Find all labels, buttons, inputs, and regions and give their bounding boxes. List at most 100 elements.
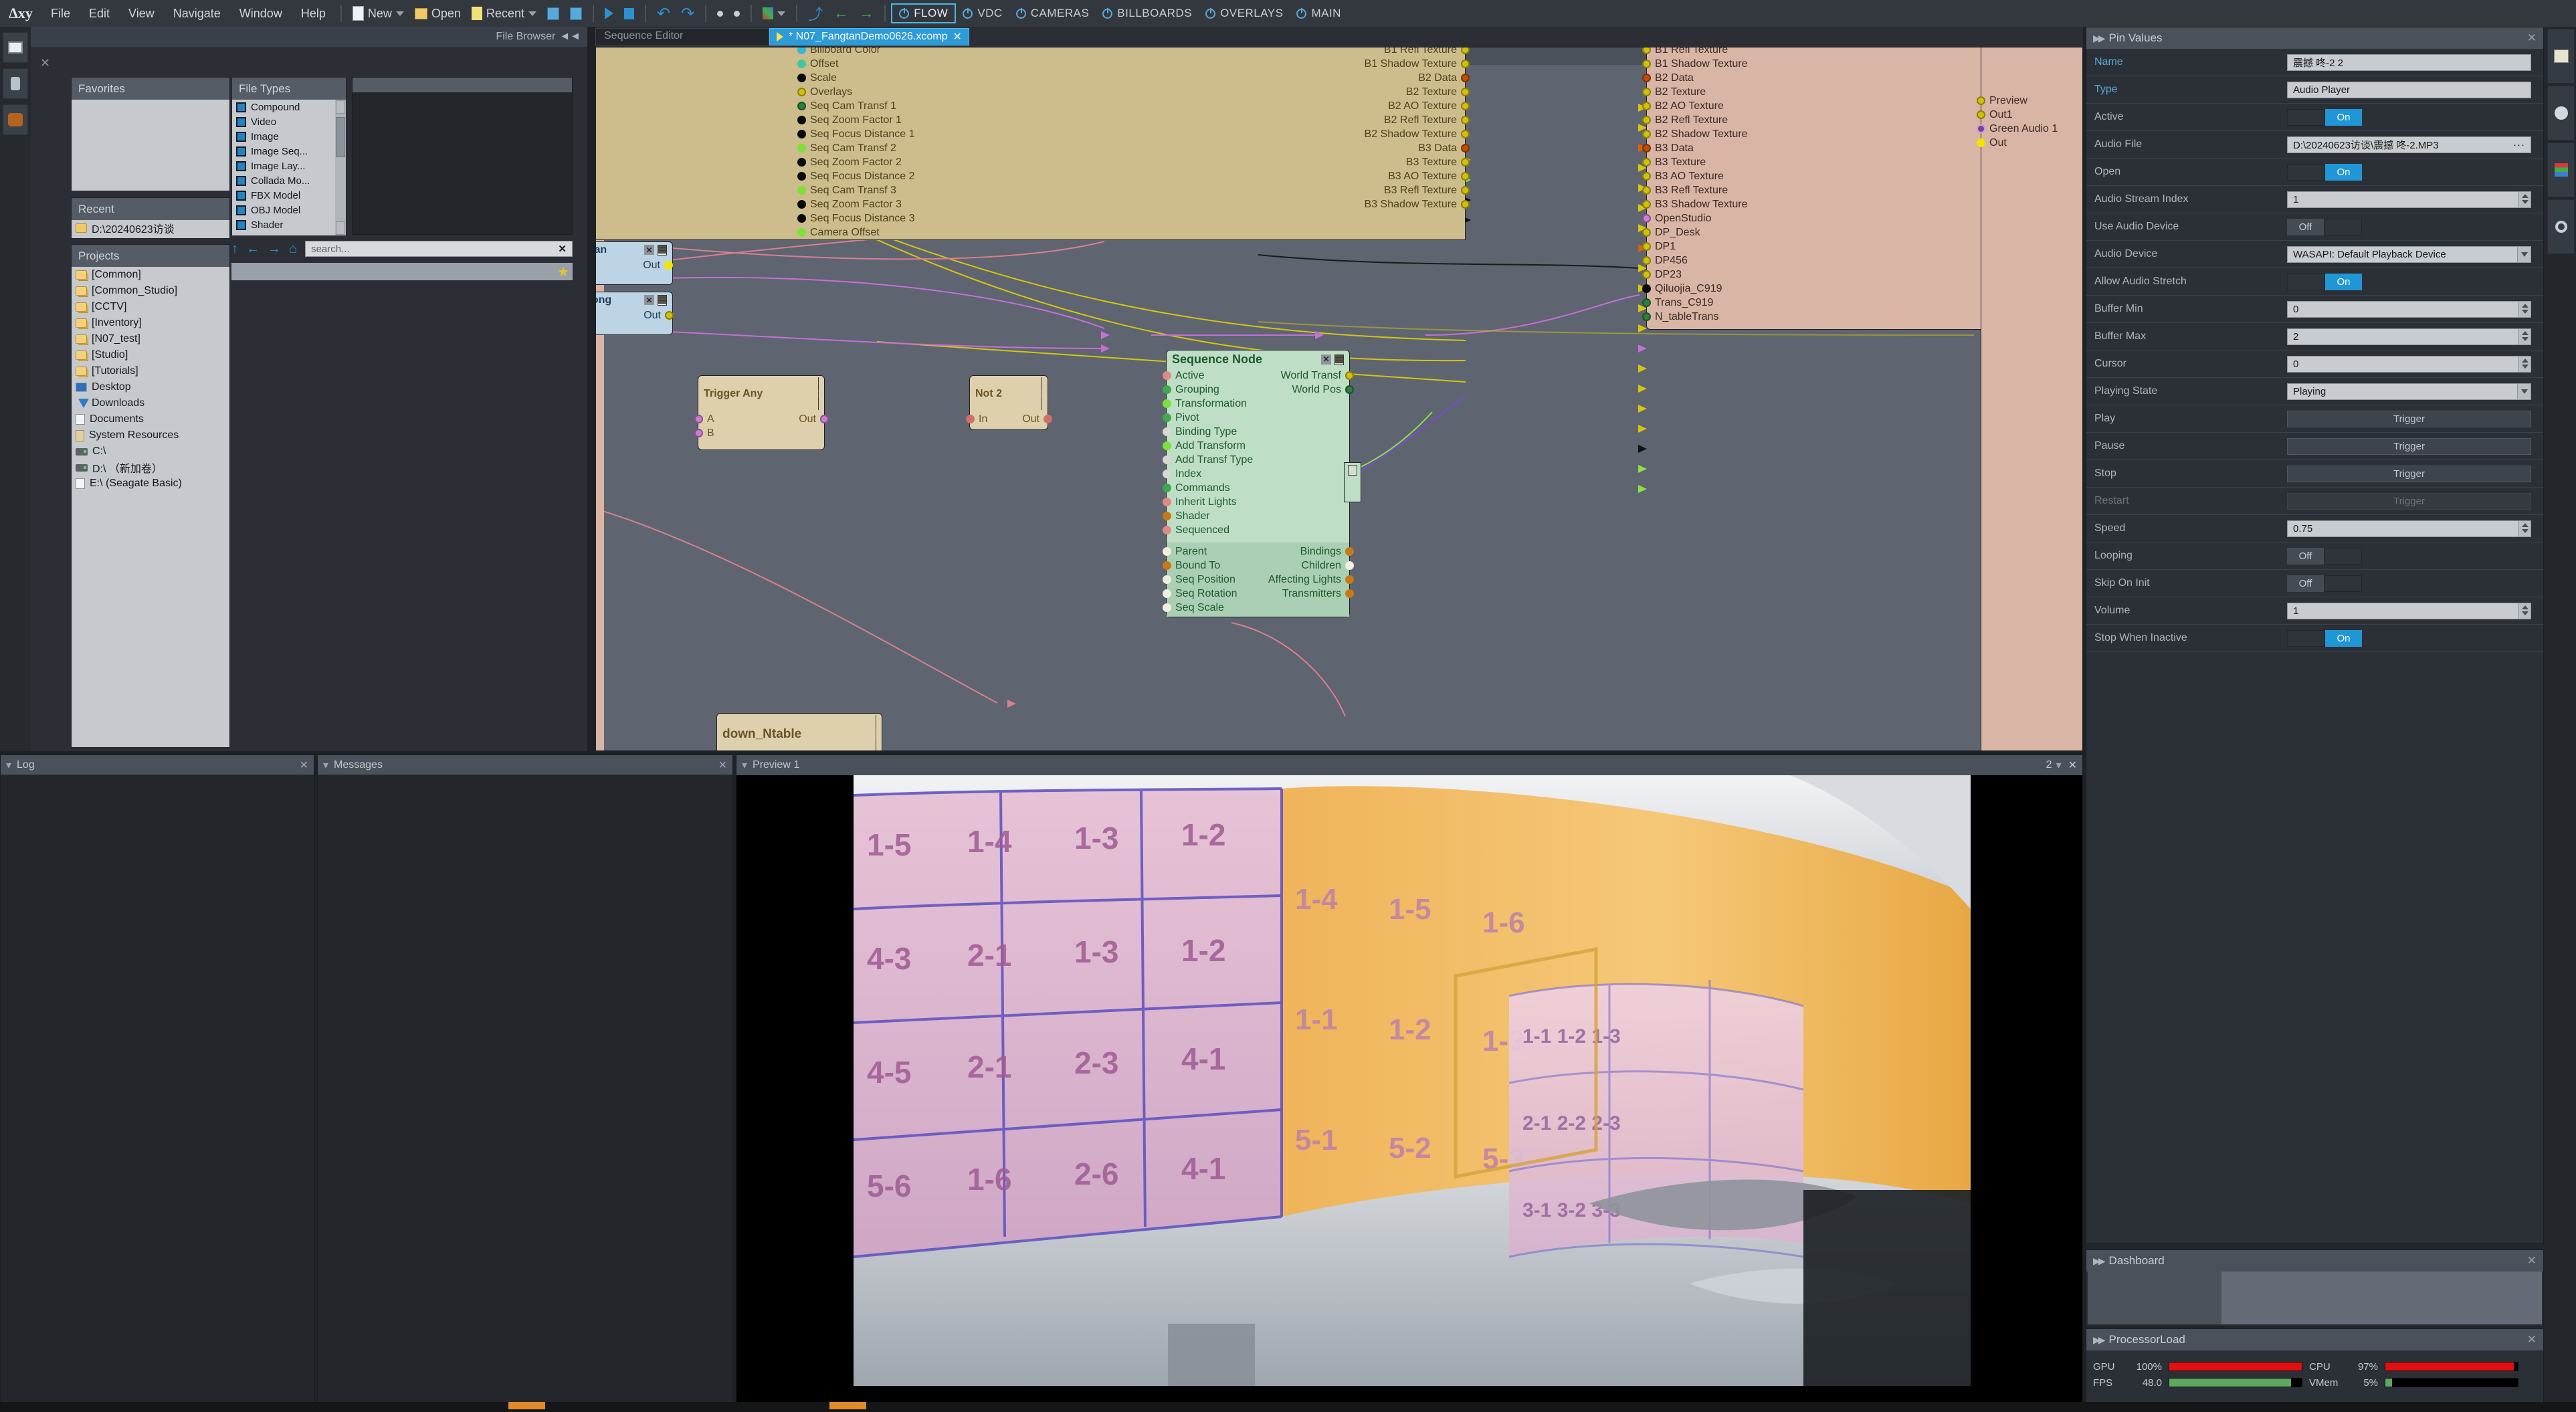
favorites-list[interactable] — [72, 100, 229, 191]
menu-icon[interactable] — [658, 245, 667, 256]
node-hong[interactable]: n-hong ✕ Out — [596, 292, 674, 335]
play-button[interactable] — [599, 0, 619, 27]
node-port-row[interactable]: B3 Data — [1237, 141, 1470, 155]
node-port-row[interactable]: Out — [1977, 136, 2082, 150]
scroll-up-arrow-icon[interactable] — [336, 100, 345, 114]
port-connector[interactable] — [1163, 484, 1171, 492]
play-trigger-button[interactable]: Trigger — [2287, 410, 2531, 427]
port-connector[interactable] — [797, 130, 806, 138]
node-port-row[interactable]: Seq Position Affecting Lights — [1163, 573, 1354, 587]
recent-list[interactable]: D:\20240623访谈 D:\20240...\N07_Previs0625… — [72, 220, 229, 238]
node-port-row[interactable]: Add Transf Type — [1163, 453, 1349, 467]
node-port-row[interactable]: B2 Data — [1237, 71, 1470, 85]
node-port-row[interactable]: Out1 — [1977, 108, 2082, 122]
node-port-row[interactable]: Parent Bindings — [1163, 544, 1354, 559]
port-connector[interactable] — [1642, 88, 1651, 96]
node-port-row[interactable]: B2 Data — [1642, 71, 1987, 85]
node-port-row[interactable]: Index — [1163, 467, 1349, 481]
file-type-row[interactable]: OBJ Model — [232, 203, 346, 217]
rail-button-levels[interactable] — [2547, 142, 2575, 197]
node-omian[interactable]: omian ✕ Out — [596, 241, 673, 285]
list-item[interactable]: [Inventory] — [72, 315, 229, 331]
save-as-button[interactable] — [565, 0, 587, 27]
port-connector[interactable] — [1642, 172, 1651, 181]
pause-trigger-button[interactable]: Trigger — [2287, 437, 2531, 455]
node-port-row[interactable]: B2 Shadow Texture — [1642, 127, 1987, 141]
node-collapsed[interactable] — [1344, 462, 1361, 502]
list-item[interactable]: Documents — [72, 411, 229, 427]
file-types-list[interactable]: Compound Video Image Image Seq... Image … — [232, 100, 346, 235]
close-icon[interactable]: ✕ — [1321, 354, 1331, 365]
port-connector[interactable] — [1642, 116, 1651, 124]
node-port-row[interactable]: Billboard Color — [596, 47, 1237, 57]
port-connector[interactable] — [1163, 399, 1171, 408]
node-port-row[interactable]: B1 Shadow Texture — [1237, 57, 1470, 71]
port-connector[interactable] — [1642, 214, 1651, 223]
port-connector[interactable] — [1163, 456, 1171, 464]
checkbox[interactable] — [236, 146, 246, 157]
port-connector[interactable] — [1163, 498, 1171, 506]
spinner-icon[interactable] — [2518, 328, 2531, 344]
name-field[interactable]: 震撼 咚-2 2 — [2287, 54, 2531, 71]
port-connector[interactable] — [1642, 186, 1651, 195]
spinner-icon[interactable] — [2518, 520, 2531, 536]
port-connector[interactable] — [797, 172, 806, 181]
nav-back-button[interactable]: ← — [828, 0, 854, 27]
node-port-row[interactable]: Seq Focus Distance 3 — [596, 211, 1237, 225]
home-icon[interactable]: ⌂ — [289, 241, 297, 257]
port-connector[interactable] — [1642, 158, 1651, 167]
node-port-row[interactable]: B2 Texture — [1237, 85, 1470, 99]
list-item[interactable]: [Common] — [72, 267, 229, 283]
node-billboard-composite[interactable]: Billboard Color Offset Scale Overlays Se… — [596, 47, 1470, 240]
file-type-row[interactable]: FBX Model — [232, 188, 346, 203]
viewport-render[interactable]: 1-5 1-4 1-3 1-2 4-3 2-1 1-3 1-2 4-5 2-1 2-3 4-1 5… — [854, 775, 1971, 1386]
node-port-row[interactable]: B2 AO Texture — [1642, 99, 1987, 113]
node-port-row[interactable]: DP23 — [1642, 268, 1987, 282]
node-port-row[interactable]: Seq Scale — [1163, 601, 1349, 615]
buffer-min-stepper[interactable]: 0 — [2287, 300, 2531, 318]
port-connector[interactable] — [1345, 575, 1354, 584]
list-item[interactable]: C:\ — [72, 443, 229, 460]
port-connector[interactable] — [1163, 413, 1171, 422]
list-item[interactable]: D:\20240623访谈 — [72, 220, 229, 236]
port-connector[interactable] — [1163, 385, 1171, 394]
node-port-row[interactable]: B1 Refl Texture — [1642, 47, 1987, 57]
port-connector[interactable] — [665, 311, 674, 320]
node-port-row[interactable]: Qiluojia_C919 — [1642, 282, 1987, 296]
node-port-row[interactable]: Green Audio 1 — [1977, 122, 2082, 136]
allow-audio-stretch-toggle[interactable]: On — [2287, 273, 2362, 290]
port-connector[interactable] — [797, 88, 806, 96]
node-port-row[interactable]: Seq Cam Transf 1 — [596, 99, 1237, 113]
node-port-row[interactable]: Pivot — [1163, 411, 1349, 425]
close-icon[interactable]: ✕ — [300, 759, 308, 772]
close-icon[interactable]: ✕ — [2527, 31, 2537, 45]
port-connector[interactable] — [1461, 88, 1470, 96]
port-connector[interactable] — [797, 47, 806, 54]
port-connector[interactable] — [1642, 200, 1651, 209]
arrow-forward-icon[interactable]: → — [268, 241, 281, 257]
rail-button-browser[interactable] — [3, 32, 28, 63]
port-connector[interactable] — [1642, 60, 1651, 68]
menu-navigate[interactable]: Navigate — [164, 0, 230, 27]
list-item[interactable]: [N07_test] — [72, 331, 229, 347]
favorites-add-bar[interactable]: ★ — [231, 263, 573, 280]
menu-icon[interactable] — [658, 295, 667, 306]
node-port-row[interactable]: B1 Refl Texture — [1237, 47, 1470, 57]
node-port-row[interactable]: In Out — [966, 412, 1052, 426]
node-port-row[interactable]: Seq Zoom Factor 3 — [596, 197, 1237, 211]
port-connector[interactable] — [1461, 158, 1470, 167]
port-connector[interactable] — [694, 429, 703, 437]
node-port-row[interactable]: Overlays — [596, 85, 1237, 99]
list-item[interactable]: [Common_Studio] — [72, 283, 229, 299]
menu-edit[interactable]: Edit — [80, 0, 119, 27]
node-port-row[interactable]: B — [694, 426, 824, 440]
node-port-row[interactable]: DP_Desk — [1642, 225, 1987, 239]
node-port-row[interactable]: Seq Zoom Factor 2 — [596, 155, 1237, 169]
file-type-row[interactable]: Video — [232, 114, 346, 129]
type-field[interactable]: Audio Player — [2287, 81, 2531, 98]
node-port-row[interactable]: B3 Texture — [1237, 155, 1470, 169]
close-icon[interactable]: ✕ — [2068, 759, 2077, 772]
node-port-row[interactable]: Seq Zoom Factor 1 — [596, 113, 1237, 127]
open-button[interactable]: Open — [409, 0, 466, 27]
port-connector[interactable] — [1642, 47, 1651, 54]
